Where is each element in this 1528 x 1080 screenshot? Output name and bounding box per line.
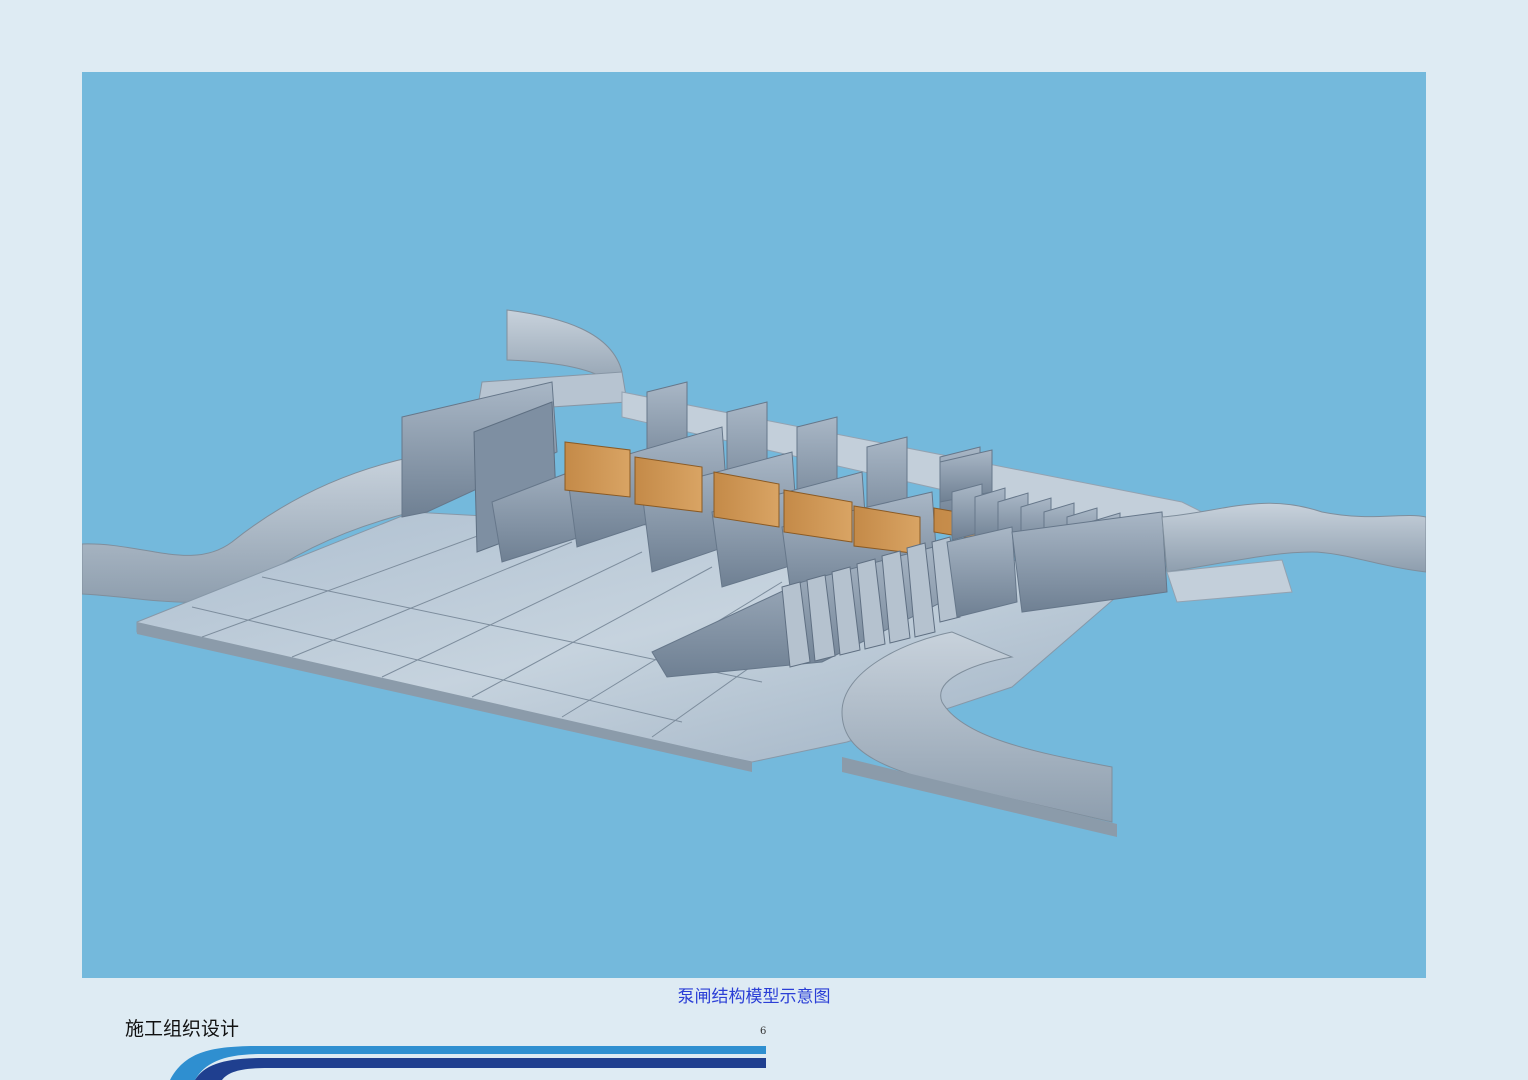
right-pier-block [946, 526, 1018, 618]
pump-gate-3d-model [82, 309, 1426, 837]
pump-gate-model-figure [82, 72, 1426, 978]
right-wing-wall [1161, 502, 1426, 573]
page-number: 6 [760, 1026, 767, 1037]
document-title: 施工组织设计 [125, 1018, 240, 1040]
footer-decorative-band [170, 1046, 766, 1080]
figure-caption: 泵闸结构模型示意图 [677, 987, 831, 1007]
